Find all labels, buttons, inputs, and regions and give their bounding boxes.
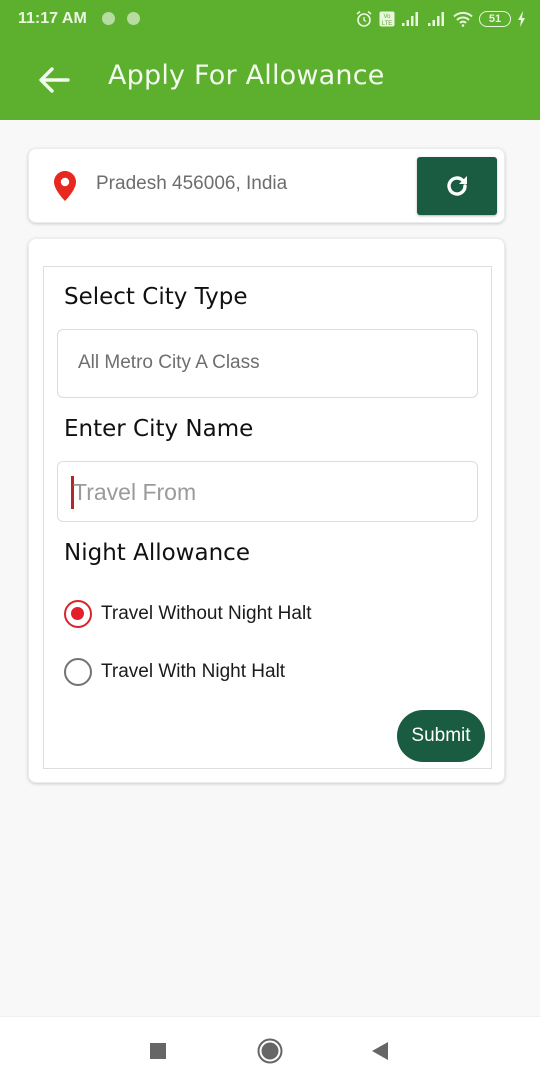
battery-icon: 51 — [479, 11, 511, 27]
svg-text:LTE: LTE — [382, 21, 393, 27]
battery-level: 51 — [488, 13, 502, 25]
allowance-form-card: Select City Type All Metro City A Class … — [28, 238, 505, 783]
city-type-select[interactable]: All Metro City A Class — [57, 329, 478, 398]
page-title: Apply For Allowance — [108, 60, 385, 91]
alarm-icon — [356, 10, 372, 27]
signal-icon — [428, 12, 444, 26]
home-icon — [257, 1038, 283, 1064]
recents-button[interactable] — [142, 1035, 174, 1067]
status-time: 11:17 AM — [18, 10, 87, 27]
refresh-location-button[interactable] — [417, 157, 497, 215]
arrow-left-icon — [39, 67, 70, 93]
city-type-selected-value: All Metro City A Class — [78, 352, 260, 373]
radio-button-unchecked[interactable] — [64, 658, 92, 686]
radio-label: Travel Without Night Halt — [101, 603, 312, 624]
status-bar: 11:17 AM Vo LTE 51 — [0, 0, 540, 38]
system-navigation-bar — [0, 1016, 540, 1080]
travel-from-input[interactable] — [71, 466, 466, 518]
radio-option-with-night-halt[interactable]: Travel With Night Halt — [64, 657, 285, 687]
location-address: Pradesh 456006, India — [96, 173, 288, 194]
location-card: Pradesh 456006, India — [28, 148, 505, 223]
map-pin-icon — [54, 171, 76, 201]
city-name-field[interactable] — [57, 461, 478, 522]
status-icons: Vo LTE 51 — [355, 8, 526, 30]
city-type-label: Select City Type — [64, 284, 248, 310]
svg-text:Vo: Vo — [383, 14, 391, 20]
wifi-icon — [453, 11, 473, 27]
allowance-form: Select City Type All Metro City A Class … — [43, 266, 492, 769]
city-name-label: Enter City Name — [64, 416, 254, 442]
back-nav-button[interactable] — [364, 1035, 396, 1067]
back-triangle-icon — [372, 1042, 388, 1060]
radio-option-without-night-halt[interactable]: Travel Without Night Halt — [64, 599, 311, 629]
radio-button-checked[interactable] — [64, 600, 92, 628]
submit-button[interactable]: Submit — [397, 710, 485, 762]
refresh-icon — [447, 176, 467, 196]
recents-icon — [150, 1043, 166, 1059]
home-button[interactable] — [254, 1035, 286, 1067]
back-button[interactable] — [34, 62, 74, 98]
night-allowance-label: Night Allowance — [64, 540, 250, 566]
charging-icon — [518, 11, 525, 27]
app-header: 11:17 AM Vo LTE 51 Apply For Allowance — [0, 0, 540, 120]
signal-icon — [402, 12, 418, 26]
notification-dot-icon — [127, 12, 140, 25]
radio-label: Travel With Night Halt — [101, 661, 286, 682]
notification-dot-icon — [102, 12, 115, 25]
volte-icon: VoLTE — [379, 11, 395, 27]
